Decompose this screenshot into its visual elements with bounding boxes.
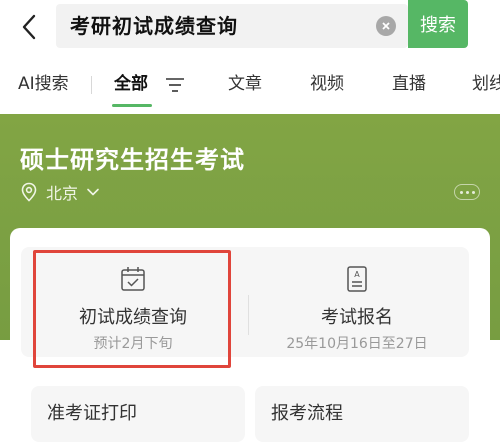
top-bar: 考研初试成绩查询 搜索: [0, 0, 500, 56]
link-admission-ticket[interactable]: 准考证打印: [31, 386, 245, 442]
tab-ai-search[interactable]: AI搜索: [18, 56, 69, 114]
card-title: 硕士研究生招生考试: [20, 146, 245, 174]
service-subtitle: 25年10月16日至27日: [286, 336, 428, 352]
tab-divider: [91, 76, 92, 94]
filter-icon[interactable]: [165, 77, 185, 93]
clear-icon[interactable]: [376, 16, 396, 36]
search-button[interactable]: 搜索: [408, 0, 468, 48]
tab-bar: AI搜索 全部 文章 视频 直播 划线: [0, 56, 500, 114]
location-pin-icon: [21, 182, 37, 202]
location-label: 北京: [46, 184, 79, 203]
search-query-text: 考研初试成绩查询: [70, 14, 238, 38]
chevron-down-icon: [87, 188, 99, 196]
search-input[interactable]: 考研初试成绩查询: [56, 4, 408, 48]
svg-text:A: A: [354, 270, 360, 279]
back-arrow-icon[interactable]: [14, 12, 44, 42]
service-registration[interactable]: A 考试报名 25年10月16日至27日: [245, 247, 469, 357]
link-label: 报考流程: [271, 403, 343, 424]
tab-highlights[interactable]: 划线: [472, 56, 500, 114]
active-tab-indicator: [112, 104, 152, 107]
service-name: 考试报名: [321, 307, 393, 328]
link-application-process[interactable]: 报考流程: [255, 386, 469, 442]
tab-videos[interactable]: 视频: [310, 56, 344, 114]
highlight-box: [33, 250, 231, 368]
more-options-icon[interactable]: [454, 184, 480, 200]
document-a-icon: A: [347, 266, 367, 292]
location-selector[interactable]: 北京: [20, 180, 100, 204]
tab-live[interactable]: 直播: [392, 56, 426, 114]
link-label: 准考证打印: [47, 403, 137, 424]
tab-articles[interactable]: 文章: [228, 56, 262, 114]
